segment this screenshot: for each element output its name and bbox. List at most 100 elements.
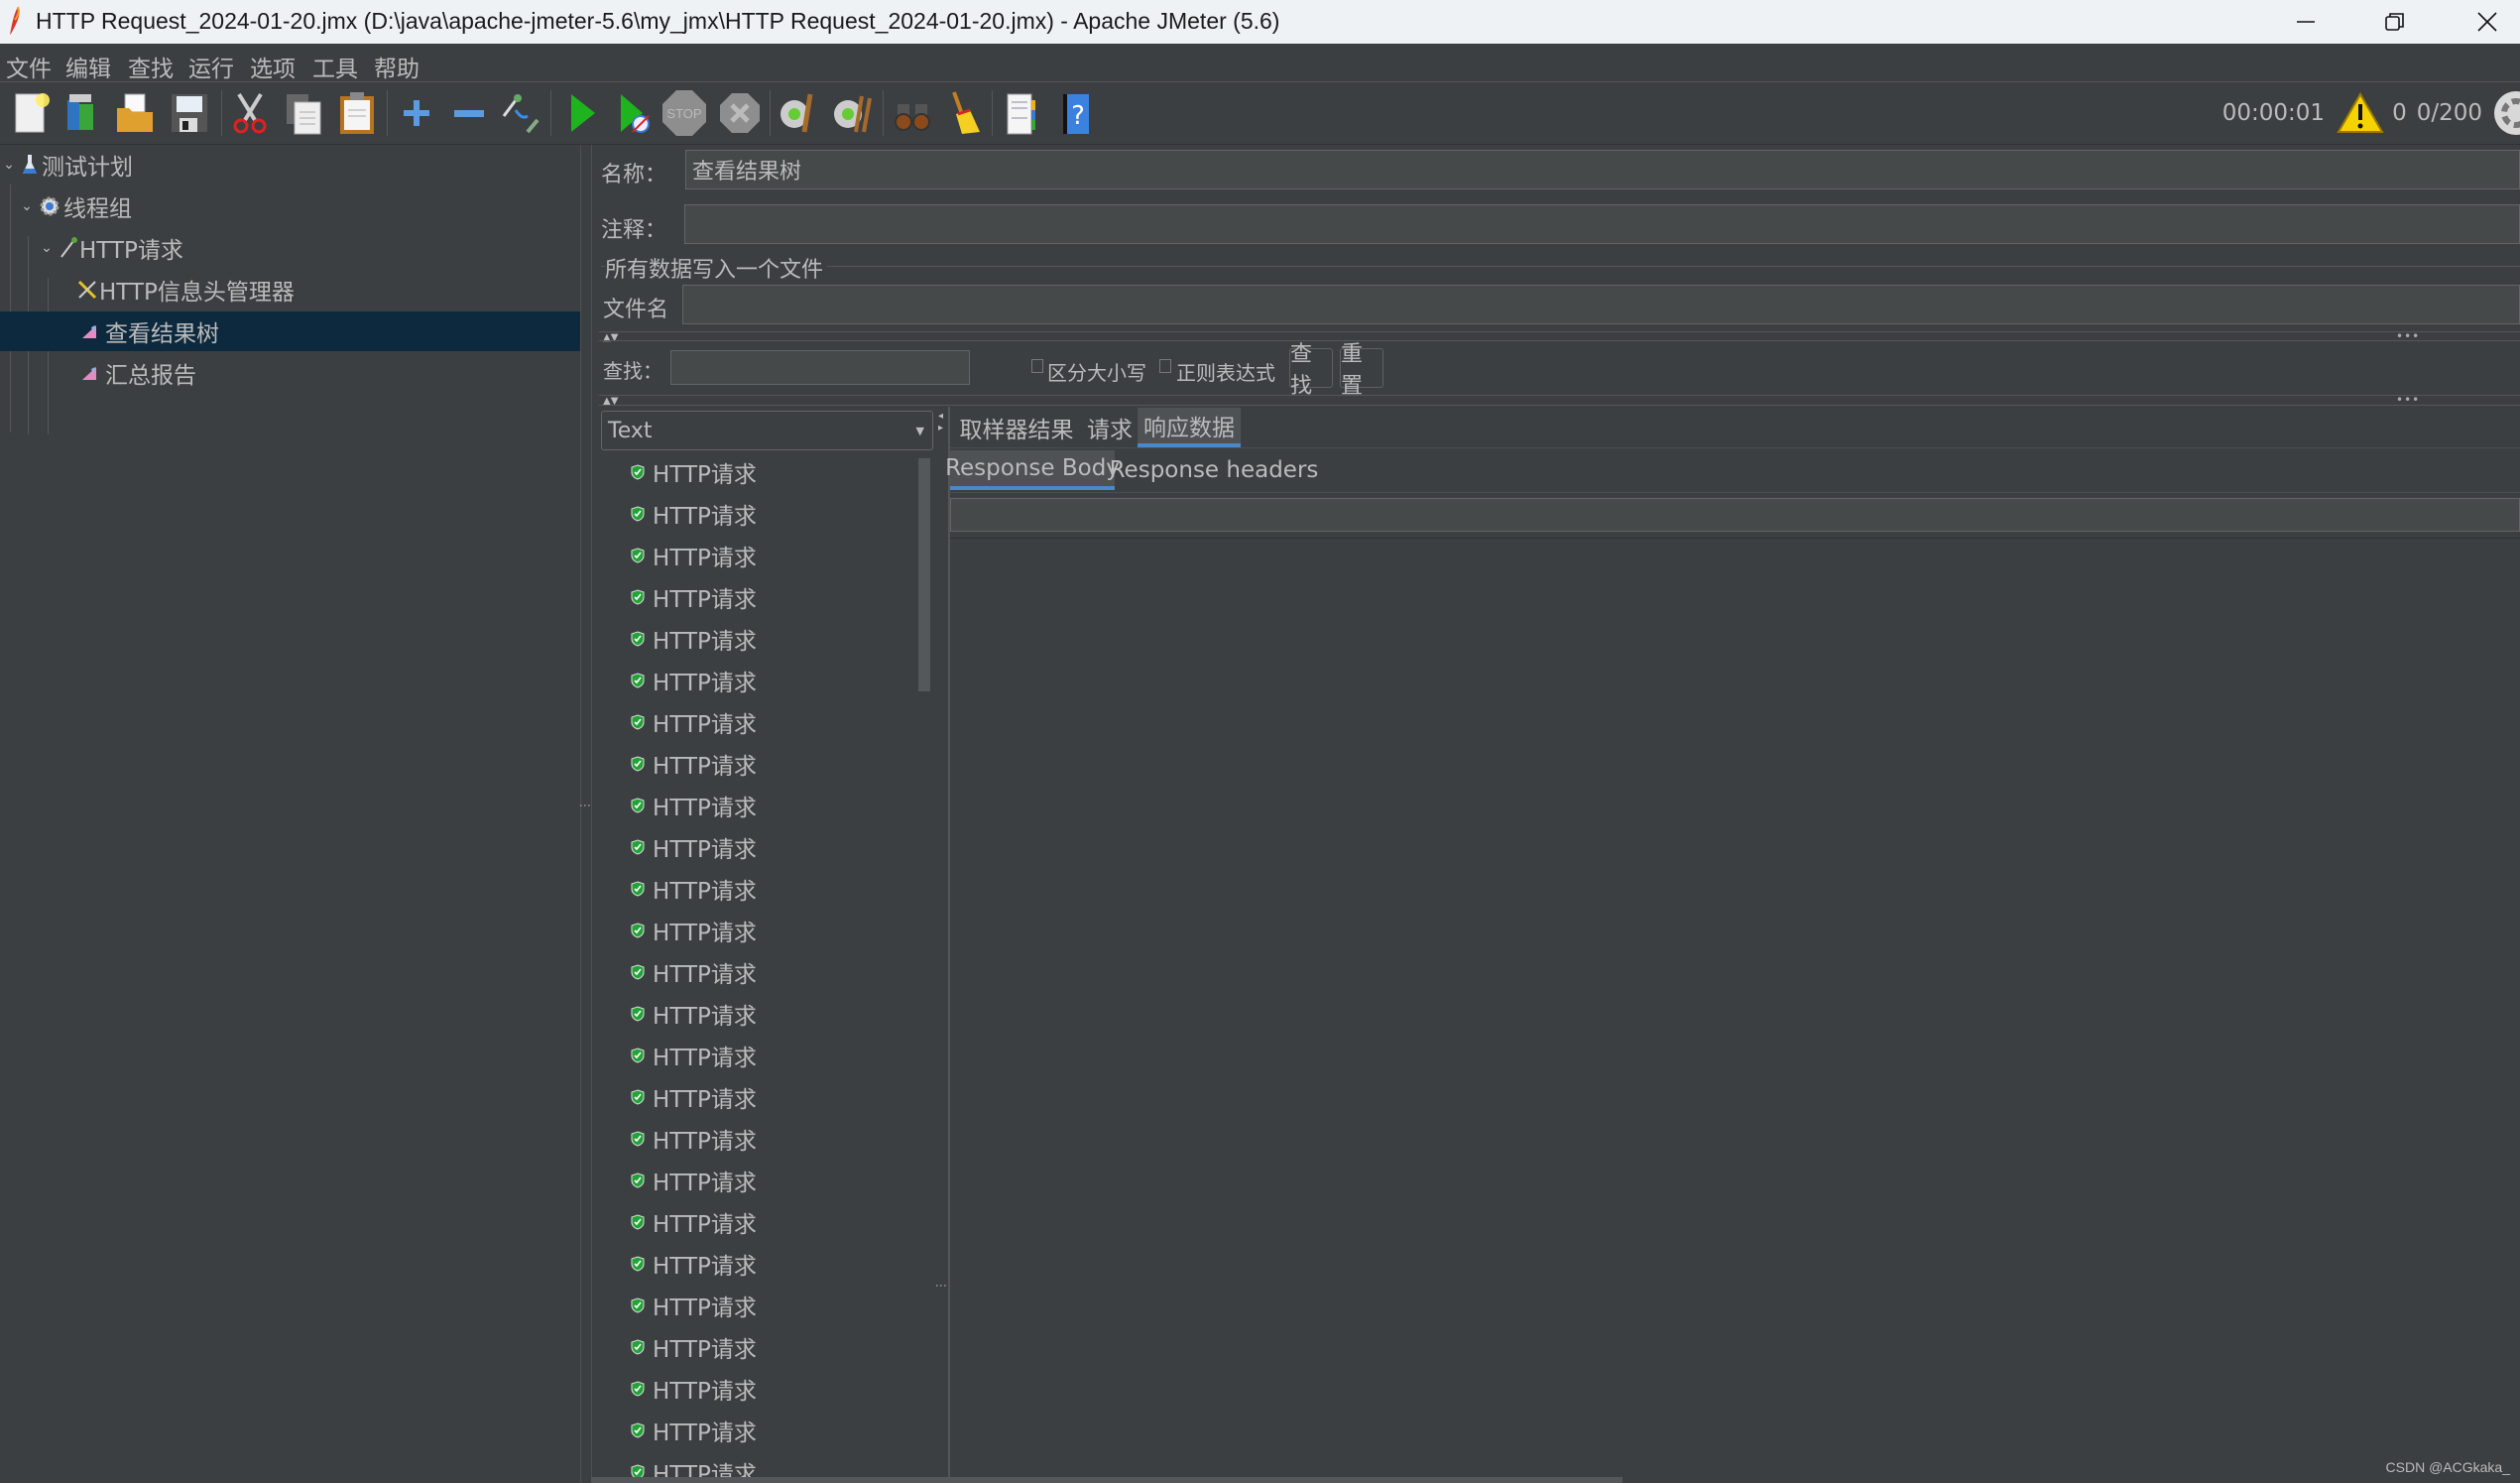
reset-button[interactable]: 重置 <box>1340 342 1383 399</box>
restore-button[interactable] <box>2355 0 2435 44</box>
toggle-button[interactable] <box>496 88 543 138</box>
tree-item-label: 汇总报告 <box>105 363 196 389</box>
chevron-down-icon[interactable]: ⌄ <box>20 198 34 214</box>
tree-item-http-request[interactable]: ⌄ HTTP请求 <box>40 228 580 268</box>
reset-search-broom-icon <box>952 91 980 134</box>
tab-sampler-result[interactable]: 取样器结果 <box>950 408 1083 447</box>
result-item-label: HTTP请求 <box>653 629 757 655</box>
menu-run[interactable]: 运行 <box>188 50 234 83</box>
test-plan-icon <box>23 155 37 174</box>
response-body-area[interactable] <box>950 539 2520 1481</box>
name-input[interactable]: 查看结果树 <box>685 150 2520 189</box>
horizontal-scrollbar-thumb[interactable] <box>591 1477 1622 1483</box>
open-icon <box>117 93 153 132</box>
menu-search[interactable]: 查找 <box>128 50 174 83</box>
result-item-label: HTTP请求 <box>653 837 757 863</box>
menu-edit[interactable]: 编辑 <box>65 50 111 83</box>
renderer-select[interactable]: Text ▼ <box>601 411 933 450</box>
minimize-button[interactable] <box>2266 0 2345 44</box>
cut-button[interactable] <box>226 88 274 138</box>
result-item[interactable]: HTTP请求 <box>631 788 757 823</box>
result-item[interactable]: HTTP请求 <box>631 1121 757 1157</box>
filename-input[interactable] <box>682 285 2520 324</box>
expand-all-button[interactable] <box>393 88 440 138</box>
search-button[interactable] <box>889 88 936 138</box>
copy-button[interactable] <box>280 88 327 138</box>
find-button[interactable]: 查找 <box>1289 342 1333 399</box>
start-no-pauses-button[interactable] <box>609 88 657 138</box>
subtab-response-body[interactable]: Response Body <box>945 450 1120 490</box>
close-button[interactable] <box>2448 0 2520 44</box>
result-item[interactable]: HTTP请求 <box>631 496 757 532</box>
search-input[interactable] <box>670 350 970 385</box>
start-no-pauses-icon <box>621 94 650 133</box>
file-group-label: 所有数据写入一个文件 <box>605 252 828 284</box>
help-icon: ? <box>1063 94 1089 134</box>
result-item[interactable]: HTTP请求 <box>631 871 757 907</box>
tree-item-view-results-tree[interactable]: 查看结果树 <box>0 311 580 351</box>
result-item[interactable]: HTTP请求 <box>631 1038 757 1073</box>
open-button[interactable] <box>111 88 159 138</box>
function-helper-button[interactable] <box>998 88 1045 138</box>
tab-request[interactable]: 请求 <box>1083 408 1137 447</box>
tree-item-header-manager[interactable]: HTTP信息头管理器 <box>77 270 580 309</box>
result-item[interactable]: HTTP请求 <box>631 454 757 490</box>
comment-input[interactable] <box>684 204 2520 244</box>
menu-options[interactable]: 选项 <box>250 50 296 83</box>
split-handle-icon[interactable]: ••• <box>2396 329 2420 343</box>
list-scrollbar-thumb[interactable] <box>918 458 930 691</box>
menu-file[interactable]: 文件 <box>6 50 52 83</box>
results-split-divider[interactable]: ◂ ▸ ⋮ <box>934 407 948 1483</box>
result-item-label: HTTP请求 <box>653 462 757 488</box>
result-item[interactable]: HTTP请求 <box>631 704 757 740</box>
regex-checkbox[interactable] <box>1159 359 1171 373</box>
stop-button[interactable]: STOP <box>660 88 708 138</box>
menu-tools[interactable]: 工具 <box>312 50 358 83</box>
result-item[interactable]: HTTP请求 <box>631 1163 757 1198</box>
success-shield-icon <box>631 756 645 772</box>
clear-button[interactable] <box>776 88 823 138</box>
response-body-search-field[interactable] <box>950 498 2520 532</box>
result-item[interactable]: HTTP请求 <box>631 829 757 865</box>
start-button[interactable] <box>557 88 605 138</box>
new-button[interactable] <box>6 88 54 138</box>
result-item[interactable]: HTTP请求 <box>631 746 757 782</box>
result-item[interactable]: HTTP请求 <box>631 621 757 657</box>
subtab-response-headers[interactable]: Response headers <box>1110 450 1319 490</box>
result-item[interactable]: HTTP请求 <box>631 1079 757 1115</box>
result-item[interactable]: HTTP请求 <box>631 1371 757 1407</box>
result-item[interactable]: HTTP请求 <box>631 1204 757 1240</box>
help-button[interactable]: ? <box>1051 88 1099 138</box>
result-item[interactable]: HTTP请求 <box>631 913 757 948</box>
result-item[interactable]: HTTP请求 <box>631 1246 757 1282</box>
paste-button[interactable] <box>333 88 381 138</box>
tree-item-summary-report[interactable]: 汇总报告 <box>81 353 580 393</box>
result-item[interactable]: HTTP请求 <box>631 996 757 1032</box>
thread-count: 0/200 <box>2416 100 2482 126</box>
tree-item-test-plan[interactable]: ⌄ 测试计划 <box>0 145 580 185</box>
clear-all-button[interactable] <box>829 88 877 138</box>
tab-response-data[interactable]: 响应数据 <box>1138 408 1241 447</box>
chevron-down-icon[interactable]: ⌄ <box>2 157 16 173</box>
result-item-label: HTTP请求 <box>653 796 757 821</box>
shutdown-button[interactable] <box>716 88 764 138</box>
result-item[interactable]: HTTP请求 <box>631 954 757 990</box>
warning-icon[interactable] <box>2337 92 2384 134</box>
tree-item-thread-group[interactable]: ⌄ 线程组 <box>20 186 580 226</box>
result-item[interactable]: HTTP请求 <box>631 1329 757 1365</box>
templates-button[interactable] <box>58 88 105 138</box>
clear-icon <box>780 93 813 133</box>
chevron-down-icon[interactable]: ⌄ <box>40 240 54 256</box>
case-sensitive-checkbox[interactable] <box>1031 359 1043 373</box>
result-item[interactable]: HTTP请求 <box>631 579 757 615</box>
result-item[interactable]: HTTP请求 <box>631 538 757 573</box>
result-item[interactable]: HTTP请求 <box>631 1288 757 1323</box>
collapse-split-arrows-icon[interactable]: ▲▼ <box>603 332 618 343</box>
result-item[interactable]: HTTP请求 <box>631 663 757 698</box>
reset-search-button[interactable] <box>940 88 988 138</box>
menu-help[interactable]: 帮助 <box>374 50 420 83</box>
result-item[interactable]: HTTP请求 <box>631 1413 757 1448</box>
save-button[interactable] <box>165 88 212 138</box>
split-handle-icon[interactable]: ••• <box>2396 393 2420 407</box>
collapse-all-button[interactable] <box>444 88 492 138</box>
